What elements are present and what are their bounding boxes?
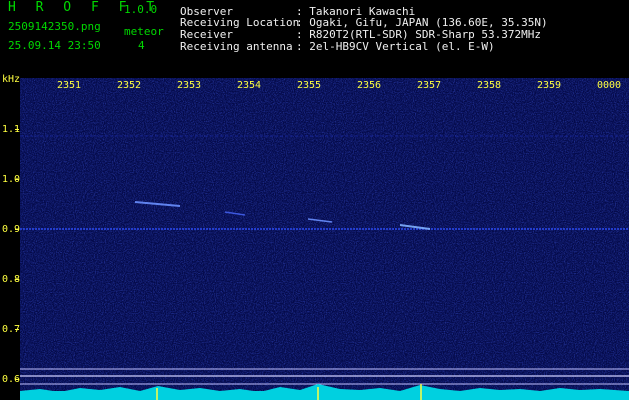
info-value-antenna: : 2el-HB9CV Vertical (el. E-W) [296,40,495,53]
header-panel: H R O F F T 1.0.0 2509142350.png 25.09.1… [0,0,629,74]
time-label-2353: 2353 [177,80,202,91]
time-label-2351: 2351 [57,80,82,91]
freq-tick [15,229,19,230]
time-label-2357: 2357 [417,80,442,91]
meteor-count: 4 [138,39,145,52]
freq-tick [15,179,19,180]
freq-unit-label: kHz [2,74,21,85]
meteor-label: meteor [124,25,164,38]
time-label-2356: 2356 [357,80,382,91]
info-label-antenna: Receiving antenna [180,40,293,53]
freq-tick [15,329,19,330]
time-label-2359: 2359 [537,80,562,91]
time-label-2358: 2358 [477,80,502,91]
file-name: 2509142350.png [8,20,101,33]
time-label-2354: 2354 [237,80,262,91]
spectrogram-canvas [20,78,629,400]
spectrogram-panel [20,78,629,400]
time-label-2355: 2355 [297,80,322,91]
time-label-2352: 2352 [117,80,142,91]
freq-tick [15,279,19,280]
app-version: 1.0.0 [124,3,158,16]
freq-tick [15,129,19,130]
time-label-0000: 0000 [597,80,622,91]
file-timestamp: 25.09.14 23:50 [8,39,101,52]
freq-tick [15,379,19,380]
